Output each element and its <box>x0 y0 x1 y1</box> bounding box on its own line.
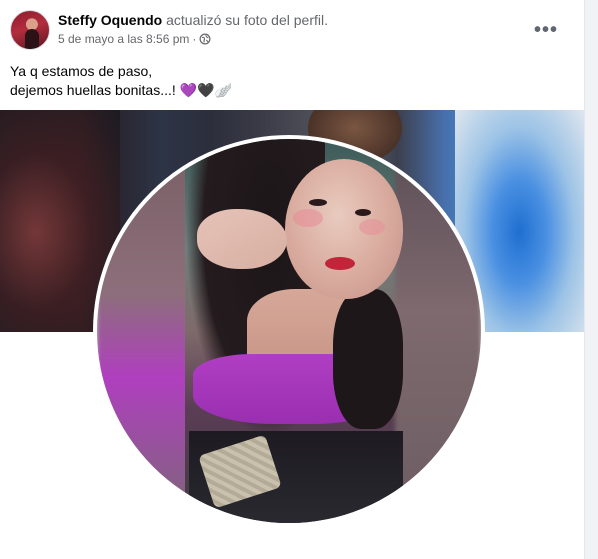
post-header: Steffy Oquendo actualizó su foto del per… <box>10 10 574 52</box>
photo-blush-right <box>359 219 385 235</box>
profile-photo[interactable] <box>93 135 485 527</box>
author-avatar[interactable] <box>10 10 50 50</box>
photo-hair-right <box>333 289 403 429</box>
post-caption: Ya q estamos de paso, dejemos huellas bo… <box>10 62 232 100</box>
separator-dot: · <box>192 32 197 46</box>
post-subline: 5 de mayo a las 8:56 pm · <box>58 32 328 46</box>
more-options-icon[interactable]: ••• <box>530 18 562 42</box>
photo-face <box>285 159 403 299</box>
photo-lips <box>325 257 355 270</box>
photo-blush-left <box>293 209 323 227</box>
caption-line-1: Ya q estamos de paso, <box>10 63 153 79</box>
post-meta: Steffy Oquendo actualizó su foto del per… <box>58 12 328 46</box>
more-options-label: ••• <box>533 19 558 41</box>
caption-line-2: dejemos huellas bonitas...! 💜🖤🪽 <box>10 81 232 100</box>
post-card: Steffy Oquendo actualizó su foto del per… <box>0 0 585 559</box>
author-name-link[interactable]: Steffy Oquendo <box>58 12 162 28</box>
photo-hand <box>197 209 287 269</box>
photo-eye-right <box>355 209 371 216</box>
photo-blur-right <box>395 139 481 523</box>
globe-icon[interactable] <box>199 33 211 45</box>
avatar-figure <box>25 29 39 49</box>
post-headline: Steffy Oquendo actualizó su foto del per… <box>58 12 328 28</box>
post-action-text: actualizó su foto del perfil. <box>166 12 328 28</box>
post-timestamp-link[interactable]: 5 de mayo a las 8:56 pm <box>58 32 189 46</box>
caption-emojis: 💜🖤🪽 <box>179 82 232 98</box>
photo-eye-left <box>309 199 327 206</box>
photo-blur-left <box>97 139 189 523</box>
caption-line-2-text: dejemos huellas bonitas...! <box>10 82 176 98</box>
